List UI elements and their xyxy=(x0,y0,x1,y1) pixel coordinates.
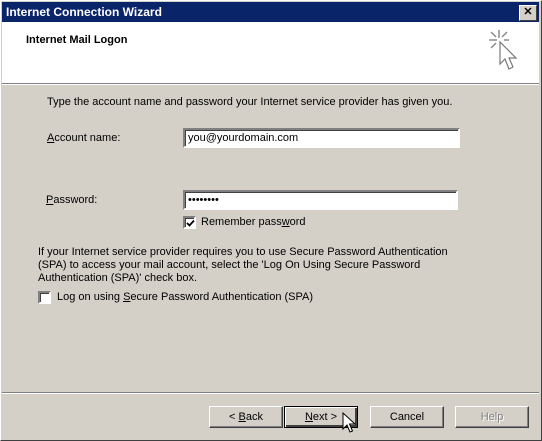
check-mark-icon xyxy=(186,219,195,227)
back-prefix: < xyxy=(229,411,239,423)
close-icon: ✕ xyxy=(523,6,533,18)
header-divider xyxy=(2,83,539,85)
back-mnemonic: B xyxy=(238,411,246,423)
back-rest: ack xyxy=(245,411,263,423)
account-label-text: ccount name: xyxy=(54,132,121,144)
password-input[interactable] xyxy=(183,190,458,210)
close-button[interactable]: ✕ xyxy=(519,5,537,21)
remember-password-label[interactable]: Remember password xyxy=(201,216,306,228)
password-label: Password: xyxy=(46,194,97,206)
account-name-input[interactable] xyxy=(183,128,460,148)
spa-info-line-3: Authentication (SPA)' check box. xyxy=(38,272,198,284)
remember-label-mnemonic: w xyxy=(281,216,290,228)
spa-label-pre: Log on using xyxy=(57,291,124,303)
window-title: Internet Connection Wizard xyxy=(6,5,162,19)
wizard-window: Internet Connection Wizard ✕ Internet Ma… xyxy=(0,0,542,441)
wizard-header: Internet Mail Logon xyxy=(2,22,539,83)
spa-checkbox[interactable] xyxy=(38,291,51,304)
help-button[interactable]: Help xyxy=(455,406,529,428)
password-label-text: assword: xyxy=(53,194,98,206)
spa-checkbox-label[interactable]: Log on using Secure Password Authenticat… xyxy=(57,291,313,303)
spa-info-line-2: (SPA) to access your mail account, selec… xyxy=(38,259,421,271)
title-bar[interactable]: Internet Connection Wizard ✕ xyxy=(2,2,539,22)
intro-text: Type the account name and password your … xyxy=(47,96,453,108)
next-mnemonic: N xyxy=(304,411,313,423)
next-rest: ext xyxy=(312,411,328,423)
cancel-button[interactable]: Cancel xyxy=(370,406,444,428)
remember-password-checkbox[interactable] xyxy=(183,216,196,229)
back-button[interactable]: < Back xyxy=(209,406,283,428)
spa-label-post: ecure Password Authentication (SPA) xyxy=(130,291,314,303)
remember-label-post: ord xyxy=(289,216,306,228)
footer-divider xyxy=(2,392,539,394)
remember-label-pre: Remember pass xyxy=(201,216,282,228)
next-suffix: > xyxy=(327,411,338,423)
mouse-pointer-icon xyxy=(342,412,356,433)
account-name-label: Account name: xyxy=(47,132,120,144)
wizard-sparkle-cursor-icon xyxy=(489,30,518,70)
page-title: Internet Mail Logon xyxy=(26,34,128,46)
spa-info-line-1: If your Internet service provider requir… xyxy=(38,246,448,258)
